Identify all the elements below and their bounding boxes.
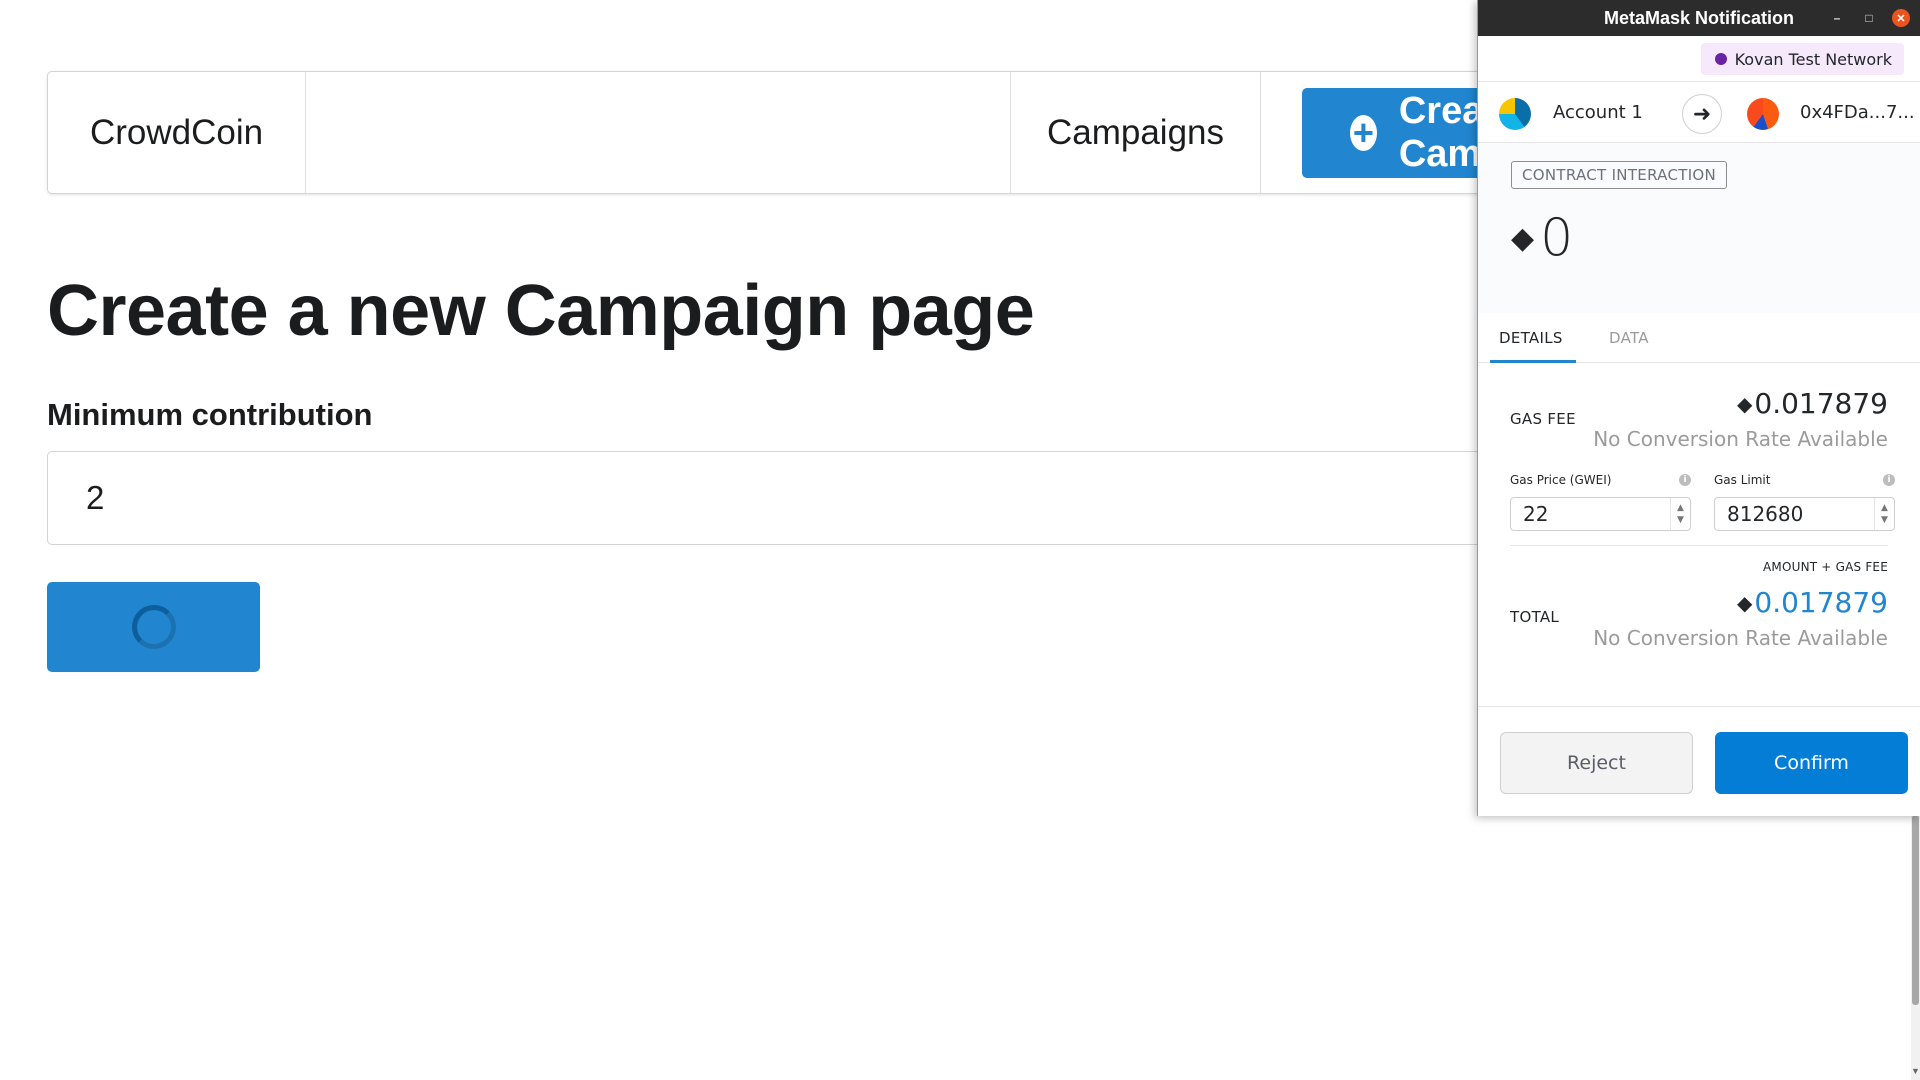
minimize-icon[interactable]: – [1828, 9, 1846, 27]
gas-price-label: Gas Price (GWEI) [1510, 473, 1612, 487]
ethereum-icon: ◆ [1737, 590, 1753, 615]
total-caption: AMOUNT + GAS FEE [1763, 560, 1888, 574]
ethereum-icon: ◆ [1737, 391, 1753, 416]
menu-spacer [306, 72, 1011, 193]
to-account-address: 0x4FDa...7... [1800, 102, 1915, 123]
gas-limit-label: Gas Limit [1714, 473, 1771, 487]
scroll-down-icon[interactable]: ▼ [1911, 1066, 1920, 1076]
gas-price-value: 22 [1523, 502, 1549, 526]
network-indicator[interactable]: Kovan Test Network [1700, 43, 1904, 75]
minimum-contribution-label: Minimum contribution [47, 397, 373, 432]
total-value: 0.017879 [1754, 586, 1888, 619]
account-row: Account 1 ➜ 0x4FDa...7... [1478, 81, 1920, 143]
gas-limit-input[interactable]: 812680 ▲ ▼ [1714, 497, 1895, 531]
network-name: Kovan Test Network [1734, 49, 1892, 69]
gas-fee-conversion-note: No Conversion Rate Available [1593, 427, 1888, 451]
gas-fee-value: 0.017879 [1754, 387, 1888, 420]
confirm-button[interactable]: Confirm [1715, 732, 1908, 794]
action-footer: Reject Confirm [1478, 706, 1920, 816]
tab-bar: DETAILS DATA [1478, 313, 1920, 363]
tab-data[interactable]: DATA [1609, 329, 1649, 347]
plus-circle-icon: + [1350, 115, 1377, 151]
gas-price-input[interactable]: 22 ▲ ▼ [1510, 497, 1691, 531]
gas-fee-label: GAS FEE [1510, 410, 1576, 428]
transaction-summary: CONTRACT INTERACTION ◆ 0 [1478, 143, 1920, 313]
maximize-icon[interactable]: □ [1860, 9, 1878, 27]
submit-button[interactable] [47, 582, 260, 672]
minimum-contribution-input[interactable] [47, 451, 1527, 545]
campaigns-link[interactable]: Campaigns [1011, 72, 1261, 193]
details-panel: GAS FEE ◆ 0.017879 No Conversion Rate Av… [1478, 363, 1920, 727]
info-icon[interactable]: i [1679, 474, 1691, 486]
page-title: Create a new Campaign page [47, 271, 1035, 351]
window-title: MetaMask Notification [1603, 7, 1795, 28]
gas-limit-stepper[interactable]: ▲ ▼ [1874, 498, 1894, 530]
gas-limit-value: 812680 [1727, 502, 1804, 526]
total-label: TOTAL [1510, 608, 1560, 626]
eth-amount: 0 [1540, 208, 1574, 268]
from-account-name: Account 1 [1553, 102, 1643, 123]
info-icon[interactable]: i [1883, 474, 1895, 486]
scrollbar-thumb[interactable] [1912, 815, 1919, 1005]
metamask-window: MetaMask Notification – □ ✕ Kovan Test N… [1477, 0, 1920, 816]
network-dot-icon [1714, 53, 1727, 65]
loading-spinner-icon [131, 605, 176, 649]
close-icon[interactable]: ✕ [1892, 9, 1910, 27]
ethereum-icon: ◆ [1511, 220, 1535, 256]
arrow-right-icon: ➜ [1682, 94, 1722, 134]
contract-interaction-badge: CONTRACT INTERACTION [1511, 161, 1728, 189]
reject-button[interactable]: Reject [1500, 732, 1693, 794]
tab-details[interactable]: DETAILS [1499, 329, 1563, 347]
to-account-avatar [1747, 98, 1779, 130]
window-titlebar[interactable]: MetaMask Notification – □ ✕ [1478, 0, 1920, 36]
total-conversion-note: No Conversion Rate Available [1593, 626, 1888, 650]
brand-link[interactable]: CrowdCoin [48, 72, 306, 193]
gas-price-stepper[interactable]: ▲ ▼ [1670, 498, 1690, 530]
from-account-avatar [1499, 98, 1531, 130]
